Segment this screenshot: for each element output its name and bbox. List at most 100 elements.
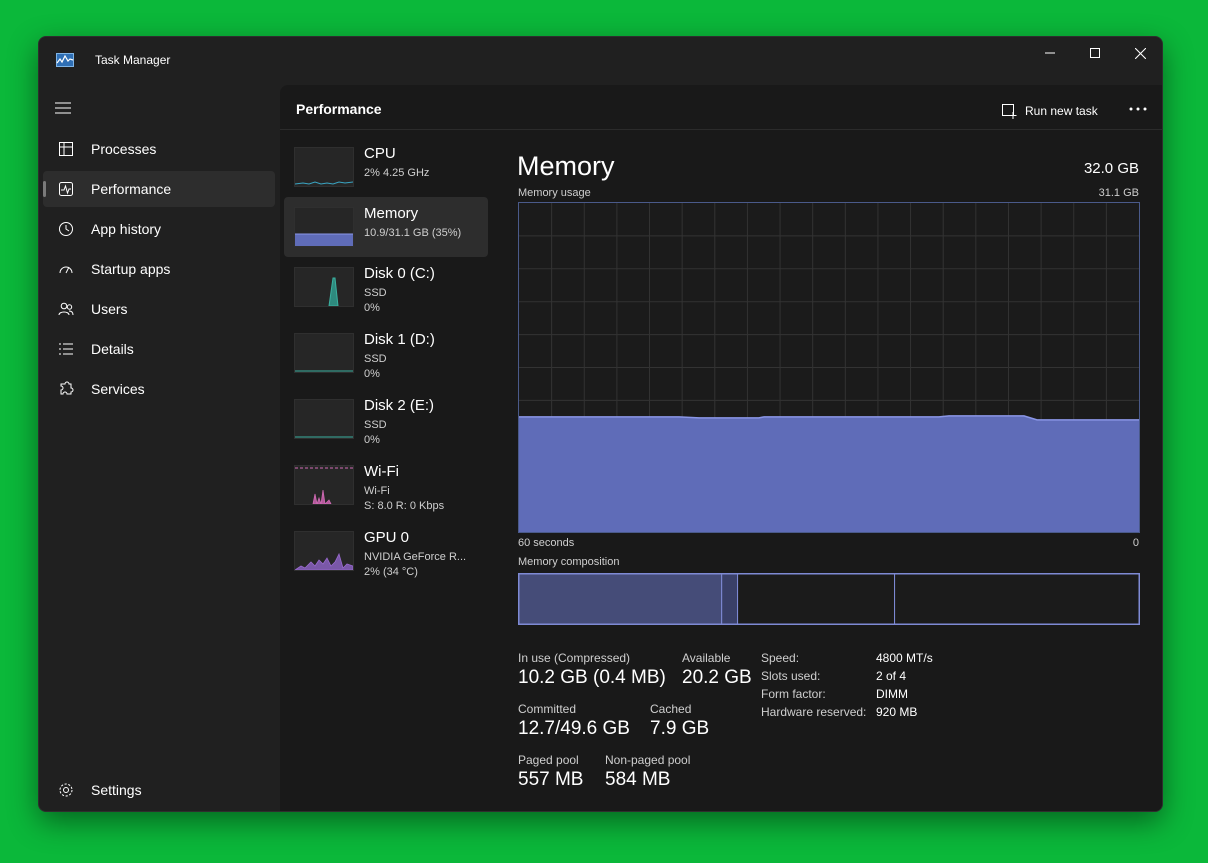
memory-usage-max: 31.1 GB [1098, 187, 1139, 199]
disk-1-thumbnail [294, 333, 354, 373]
free-segment [894, 573, 1140, 625]
disk-2-thumbnail [294, 399, 354, 439]
active-indicator [43, 181, 46, 197]
resource-name: Memory [364, 205, 419, 222]
cached-label: Cached [650, 702, 692, 716]
nav-item-details[interactable]: Details [43, 331, 275, 367]
committed-label: Committed [518, 702, 577, 716]
resource-detail: 10.9/31.1 GB (35%) [364, 227, 462, 239]
resource-detail: SSD [364, 287, 387, 299]
available-label: Available [682, 651, 731, 665]
time-axis-start: 60 seconds [518, 537, 575, 549]
in-use-label: In use (Compressed) [518, 651, 631, 665]
run-task-label: Run new task [1025, 104, 1098, 118]
non-paged-pool-label: Non-paged pool [605, 753, 691, 767]
memory-composition-label: Memory composition [518, 556, 620, 568]
performance-panel: Performance Run new task CPU 2% 4.25 GHz… [280, 85, 1162, 811]
resource-memory[interactable]: Memory 10.9/31.1 GB (35%) [284, 197, 488, 257]
memory-usage-label: Memory usage [518, 187, 591, 199]
resource-name: Disk 0 (C:) [364, 265, 435, 282]
resource-name: Wi-Fi [364, 463, 399, 480]
app-history-icon [57, 220, 75, 238]
hamburger-menu-button[interactable] [51, 97, 75, 119]
window-title: Task Manager [95, 53, 171, 67]
performance-icon [57, 180, 75, 198]
resource-disk-0[interactable]: Disk 0 (C:) SSD 0% [284, 257, 488, 317]
resource-detail: 2% (34 °C) [364, 566, 418, 578]
nav-label: Performance [91, 181, 172, 197]
processes-icon [57, 140, 75, 158]
committed-value: 12.7/49.6 GB [518, 718, 630, 739]
nav-label: Details [91, 341, 134, 357]
cached-value: 7.9 GB [650, 718, 710, 739]
paged-pool-value: 557 MB [518, 769, 584, 790]
memory-thumbnail [294, 207, 354, 247]
resource-detail: SSD [364, 353, 387, 365]
details-icon [57, 340, 75, 358]
speed-key: Speed: [761, 651, 800, 665]
nav-item-app-history[interactable]: App history [43, 211, 275, 247]
hardware-reserved-value: 920 MB [876, 705, 918, 719]
maximize-button[interactable] [1072, 37, 1118, 69]
resource-gpu-0[interactable]: GPU 0 NVIDIA GeForce R... 2% (34 °C) [284, 521, 488, 581]
resource-name: Disk 2 (E:) [364, 397, 435, 414]
resource-name: CPU [364, 145, 396, 162]
wifi-thumbnail [294, 465, 354, 506]
resource-detail: SSD [364, 419, 387, 431]
minimize-button[interactable] [1027, 37, 1073, 69]
nav-item-users[interactable]: Users [43, 291, 275, 327]
page-header: Performance Run new task [280, 85, 1162, 130]
resource-wifi[interactable]: Wi-Fi Wi-Fi S: 8.0 R: 0 Kbps [284, 455, 488, 515]
memory-total: 32.0 GB [1083, 160, 1139, 177]
available-value: 20.2 GB [682, 667, 752, 688]
resource-disk-2[interactable]: Disk 2 (E:) SSD 0% [284, 389, 488, 449]
gpu-0-thumbnail [293, 531, 354, 571]
resource-detail: 0% [364, 302, 380, 314]
slots-used-value: 2 of 4 [876, 669, 907, 683]
close-icon [1134, 47, 1146, 59]
nav-item-startup-apps[interactable]: Startup apps [43, 251, 275, 287]
memory-usage-area [519, 415, 1139, 532]
nav-label: Settings [91, 782, 142, 798]
resource-detail: Wi-Fi [364, 485, 390, 497]
minimize-icon [1045, 52, 1055, 54]
run-new-task-button[interactable]: Run new task [1002, 101, 1098, 121]
resource-detail: 0% [364, 368, 380, 380]
more-options-button[interactable] [1126, 103, 1150, 115]
nav-item-processes[interactable]: Processes [43, 131, 275, 167]
users-icon [57, 300, 75, 318]
modified-segment [721, 573, 739, 625]
in-use-value: 10.2 GB (0.4 MB) [518, 667, 666, 688]
resource-name: GPU 0 [364, 529, 410, 546]
services-icon [57, 380, 75, 398]
close-button[interactable] [1117, 37, 1162, 69]
resource-cpu[interactable]: CPU 2% 4.25 GHz [284, 137, 488, 197]
maximize-icon [1090, 48, 1100, 58]
nav-item-performance[interactable]: Performance [43, 171, 275, 207]
form-factor-value: DIMM [876, 687, 908, 701]
page-title: Performance [296, 101, 382, 117]
memory-title: Memory [517, 151, 615, 181]
nav-label: Processes [91, 141, 157, 157]
disk-0-thumbnail [294, 267, 354, 307]
run-task-icon [1002, 103, 1017, 119]
nav-item-services[interactable]: Services [43, 371, 275, 407]
nav-label: Services [91, 381, 145, 397]
slots-used-key: Slots used: [761, 669, 821, 683]
in-use-segment [518, 573, 723, 625]
resource-detail: 2% 4.25 GHz [364, 167, 430, 179]
hamburger-icon [55, 102, 71, 114]
nav-item-settings[interactable]: Settings [43, 772, 275, 808]
memory-usage-graph [518, 202, 1140, 533]
resource-detail: NVIDIA GeForce R... [364, 551, 467, 563]
resource-detail: S: 8.0 R: 0 Kbps [364, 500, 445, 512]
non-paged-pool-value: 584 MB [605, 769, 671, 790]
nav-label: Startup apps [91, 261, 171, 277]
nav-label: Users [91, 301, 128, 317]
resource-name: Disk 1 (D:) [364, 331, 435, 348]
form-factor-key: Form factor: [761, 687, 826, 701]
startup-apps-icon [57, 260, 75, 278]
resource-disk-1[interactable]: Disk 1 (D:) SSD 0% [284, 323, 488, 383]
cpu-thumbnail [294, 147, 354, 187]
speed-value: 4800 MT/s [876, 651, 933, 665]
